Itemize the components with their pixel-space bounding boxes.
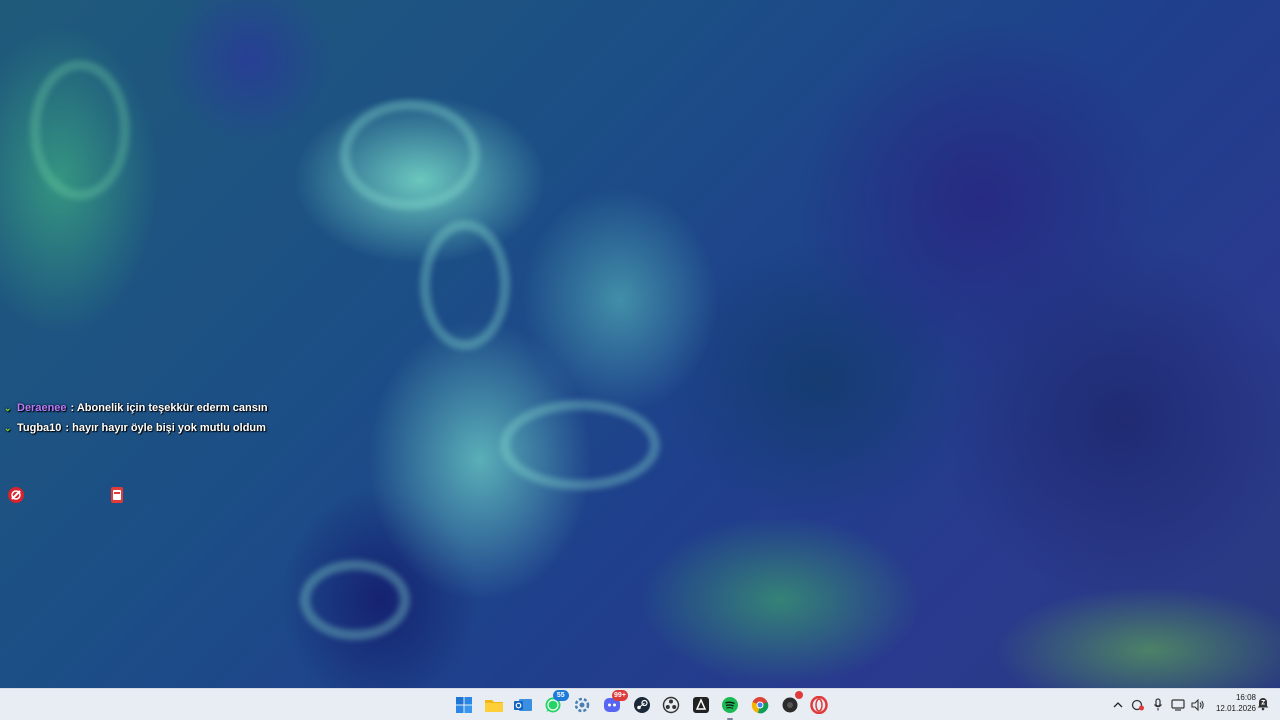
outlook-button[interactable]	[511, 693, 535, 717]
chat-text: : hayır hayır öyle bişi yok mutlu oldum	[65, 422, 266, 434]
wallpaper-swirl	[500, 400, 660, 490]
file-explorer-button[interactable]	[482, 693, 506, 717]
steam-button[interactable]	[630, 693, 654, 717]
wallpaper-swirl	[340, 100, 480, 210]
notification-badge: 55	[552, 690, 569, 701]
obs-icon	[662, 696, 680, 714]
app-shortcut-icon[interactable]	[108, 486, 126, 504]
chat-message: ⌄ Tugba10 : hayır hayır öyle bişi yok mu…	[4, 418, 268, 438]
epic-games-button[interactable]	[689, 693, 713, 717]
wallpaper-swirl	[420, 220, 510, 350]
chevron-up-icon[interactable]	[1108, 695, 1128, 715]
taskbar: 55 99+ 16:08 12.01.2026	[0, 688, 1280, 720]
chat-username: Deraenee	[17, 402, 67, 414]
wallpaper-swirl	[300, 560, 410, 640]
notification-bell-icon[interactable]	[1256, 695, 1270, 716]
stream-chat-overlay: ⌄ Deraenee : Abonelik için teşekkür eder…	[4, 398, 268, 438]
system-tray	[1108, 689, 1208, 721]
start-button[interactable]	[452, 693, 476, 717]
spotify-icon	[722, 697, 739, 713]
clock-date: 12.01.2026	[1215, 704, 1256, 713]
volume-icon[interactable]	[1188, 695, 1208, 715]
gear-icon	[575, 697, 590, 713]
security-icon[interactable]	[1128, 695, 1148, 715]
opera-icon	[810, 696, 828, 714]
clock-time: 16:08	[1235, 693, 1256, 702]
chat-check-icon: ⌄	[4, 423, 12, 433]
notification-dot	[794, 691, 803, 699]
whatsapp-button[interactable]: 55	[541, 690, 569, 717]
wallpaper-swirl	[30, 60, 130, 200]
chrome-icon	[751, 697, 769, 714]
chat-check-icon: ⌄	[4, 403, 12, 413]
chat-message: ⌄ Deraenee : Abonelik için teşekkür eder…	[4, 398, 268, 418]
opera-gx-icon[interactable]	[7, 486, 25, 504]
notification-badge: 99+	[611, 690, 628, 701]
mail-icon	[514, 699, 533, 711]
microphone-icon[interactable]	[1148, 695, 1168, 715]
recorder-button[interactable]	[778, 691, 803, 717]
folder-icon	[484, 700, 503, 712]
network-icon[interactable]	[1168, 695, 1188, 715]
chat-text: : Abonelik için teşekkür ederm cansın	[70, 402, 268, 414]
spotify-button[interactable]	[718, 693, 742, 720]
obs-button[interactable]	[659, 693, 683, 717]
steam-icon	[633, 697, 650, 713]
clock[interactable]: 16:08 12.01.2026	[1206, 692, 1256, 714]
record-icon	[782, 697, 798, 713]
opera-button[interactable]	[807, 693, 831, 717]
taskbar-apps: 55 99+	[452, 689, 831, 721]
epic-icon	[692, 697, 709, 713]
desktop[interactable]: ⌄ Deraenee : Abonelik için teşekkür eder…	[0, 0, 1280, 688]
discord-button[interactable]: 99+	[600, 690, 628, 717]
windows-logo-icon	[456, 697, 472, 713]
chat-username: Tugba10	[17, 422, 62, 434]
chrome-button[interactable]	[748, 693, 772, 717]
settings-app-button[interactable]	[570, 693, 594, 717]
